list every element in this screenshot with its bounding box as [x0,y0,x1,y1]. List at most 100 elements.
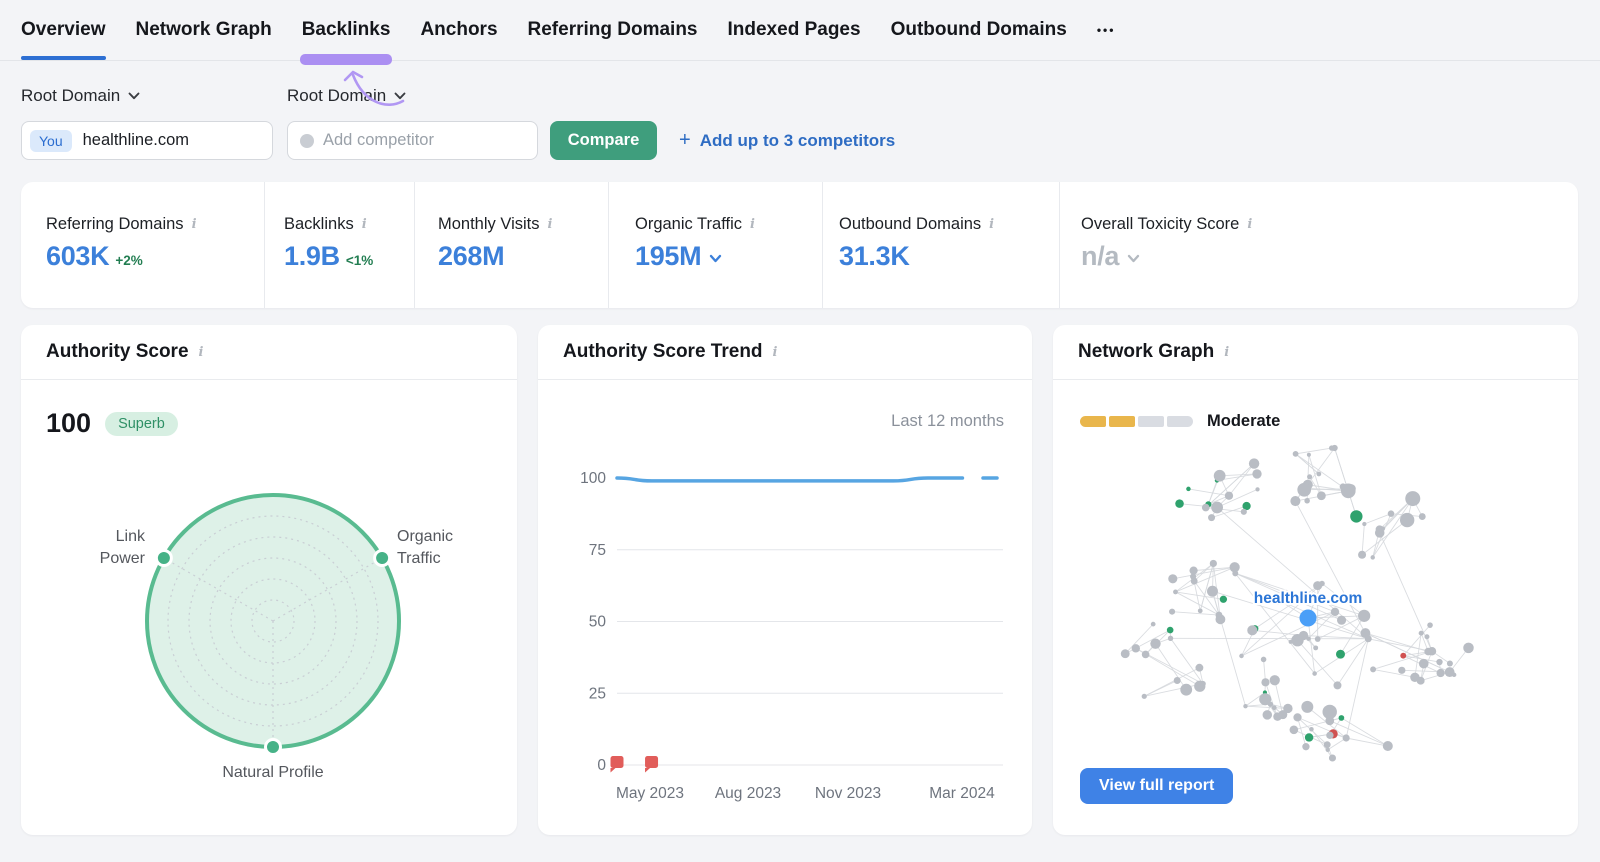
view-full-report-button[interactable]: View full report [1080,768,1234,804]
info-icon[interactable]: i [192,217,197,232]
metric-overall-toxicity-score: Overall Toxicity Score i n/a [1059,182,1578,308]
toxicity-severity-row: Moderate [1080,411,1280,431]
metric-label: Backlinks [284,215,354,233]
you-domain-value: healthline.com [82,131,190,149]
svg-text:Natural Profile: Natural Profile [222,764,323,781]
tab-network-graph[interactable]: Network Graph [136,0,272,60]
metric-monthly-visits: Monthly Visits i 268M [414,182,608,308]
svg-text:Mar 2024: Mar 2024 [929,785,995,802]
summary-metrics-card: Referring Domains i 603K +2% Backlinks i… [21,182,1578,308]
info-icon[interactable]: i [199,345,204,360]
svg-text:50: 50 [589,614,607,631]
tab-label: Outbound Domains [890,19,1067,40]
metric-label: Organic Traffic [635,215,742,233]
add-competitors-link[interactable]: + Add up to 3 competitors [679,129,895,152]
card-title: Authority Score Trend [563,341,763,362]
tab-overview[interactable]: Overview [21,0,106,60]
card-header: Network Graph i [1053,325,1578,380]
svg-text:healthline.com: healthline.com [1254,590,1363,607]
svg-text:100: 100 [580,470,606,487]
info-icon[interactable]: i [362,217,367,232]
chevron-down-icon[interactable] [1127,254,1140,263]
svg-text:Nov 2023: Nov 2023 [815,785,881,802]
you-domain-input[interactable]: You healthline.com [21,121,273,160]
network-graph-visualization[interactable]: healthline.com [1053,440,1578,765]
tab-referring-domains[interactable]: Referring Domains [528,0,698,60]
ellipsis-icon: ••• [1096,23,1116,37]
metric-referring-domains: Referring Domains i 603K +2% [21,182,264,308]
svg-text:Aug 2023: Aug 2023 [715,785,781,802]
metric-label: Overall Toxicity Score [1081,215,1240,233]
svg-text:Organic: Organic [397,528,453,545]
info-icon[interactable]: i [989,217,994,232]
card-title: Authority Score [46,341,189,362]
more-tabs-button[interactable]: ••• [1097,0,1116,60]
metric-value: 31.3K [839,241,910,271]
add-competitors-label: Add up to 3 competitors [699,130,896,150]
card-title: Network Graph [1078,341,1215,362]
chevron-down-icon[interactable] [709,254,722,263]
svg-text:Traffic: Traffic [397,550,441,567]
metric-value: 268M [438,241,505,271]
toxicity-severity-meter [1080,415,1193,427]
svg-text:0: 0 [597,757,606,774]
tab-outbound-domains[interactable]: Outbound Domains [891,0,1067,60]
metric-organic-traffic: Organic Traffic i 195M [608,182,822,308]
network-graph-card: Network Graph i Moderate healthline.com … [1053,325,1578,835]
svg-text:Power: Power [100,550,146,567]
tab-label: Referring Domains [527,19,698,40]
trend-period-label: Last 12 months [891,412,1004,430]
severity-segment [1138,415,1164,427]
metric-outbound-domains: Outbound Domains i 31.3K [822,182,1059,308]
metric-delta: +2% [115,253,143,268]
svg-text:May 2023: May 2023 [616,785,684,802]
tab-label: Overview [21,19,106,40]
authority-score-card: Authority Score i 100 Superb Link Power Or… [21,325,517,835]
svg-text:Link: Link [116,528,146,545]
metric-label: Monthly Visits [438,215,540,233]
metric-delta: <1% [345,253,374,268]
severity-segment [1167,415,1193,427]
report-tabs-nav: Overview Network Graph Backlinks Anchors… [0,0,1600,106]
card-header: Authority Score Trend i [538,325,1032,380]
severity-segment [1109,415,1135,427]
compare-button[interactable]: Compare [550,121,657,160]
tab-label: Network Graph [135,19,272,40]
backlink-analytics-page: Overview Network Graph Backlinks Anchors… [0,0,1600,862]
metric-value: n/a [1081,241,1120,271]
chevron-down-icon [128,92,140,100]
severity-label: Moderate [1207,411,1281,430]
info-icon[interactable]: i [773,345,778,360]
info-icon[interactable]: i [1224,345,1229,360]
tab-label: Indexed Pages [727,19,861,40]
authority-score-radar-chart: Link Power Organic Traffic Natural Profile [100,493,453,781]
authority-score-trend-chart: 0 25 50 75 100 May 2023 Aug 2023 Nov 2023 Mar 20… [580,470,1003,802]
tab-label: Anchors [420,19,498,40]
metric-label: Referring Domains [46,215,184,233]
svg-text:25: 25 [589,685,606,702]
tab-backlinks[interactable]: Backlinks [299,0,405,106]
competitor-avatar-placeholder-icon [300,133,314,148]
metric-value: 1.9B [284,241,340,271]
tab-label: Backlinks [301,19,391,40]
add-competitor-input[interactable]: Add competitor [287,121,538,160]
tab-anchors[interactable]: Anchors [420,0,497,60]
info-icon[interactable]: i [750,217,755,232]
metric-label: Outbound Domains [839,215,982,233]
severity-segment [1080,415,1106,427]
metric-value: 603K [46,241,110,271]
scope-label-text: Root Domain [21,86,121,105]
competitor-placeholder-text: Add competitor [323,131,434,149]
info-icon[interactable]: i [547,217,552,232]
svg-text:75: 75 [589,542,606,559]
card-header: Authority Score i [21,325,517,380]
info-icon[interactable]: i [1247,217,1252,232]
plus-icon: + [679,129,691,151]
authority-score-trend-card: Authority Score Trend i Last 12 months 0… [538,325,1032,835]
metric-value: 195M [635,241,702,271]
annotation-arrow-icon [343,70,405,106]
metric-backlinks: Backlinks i 1.9B <1% [264,182,414,308]
tab-indexed-pages[interactable]: Indexed Pages [728,0,861,60]
you-badge: You [30,129,72,152]
root-domain-selector-you[interactable]: Root Domain [21,86,140,106]
